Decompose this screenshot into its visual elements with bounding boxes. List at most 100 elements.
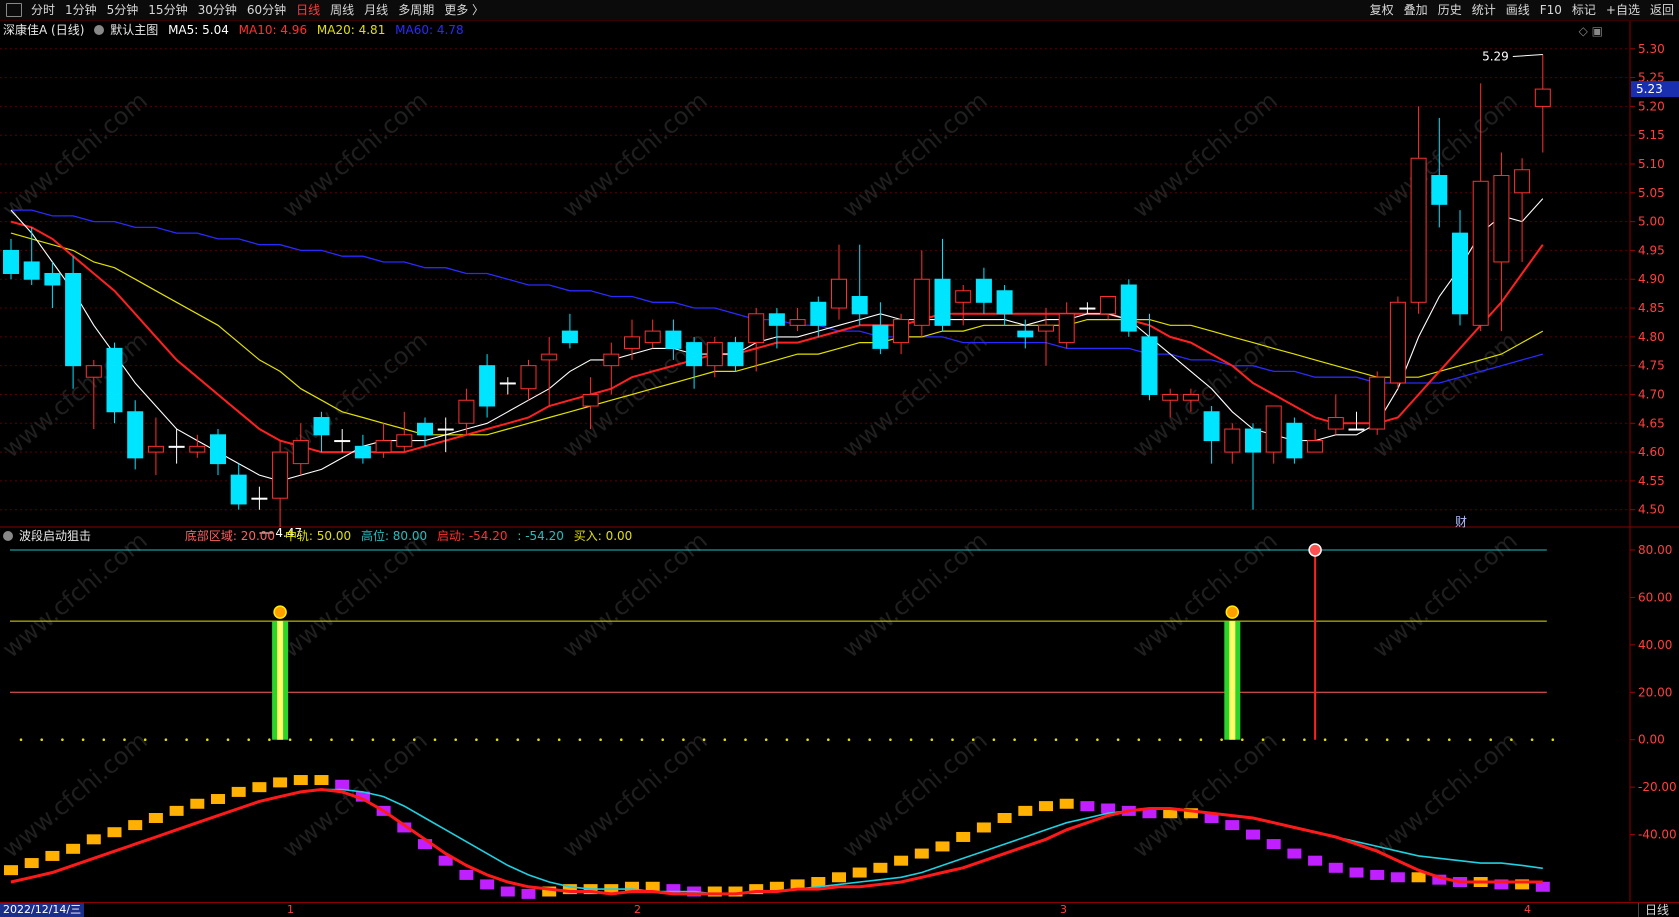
indicator-bar	[66, 843, 81, 854]
period-tabs: 分时 1分钟 5分钟 15分钟 30分钟 60分钟 日线 周线 月线 多周期 更…	[0, 0, 489, 20]
candle-body	[1203, 411, 1220, 442]
zero-dot	[143, 738, 147, 742]
overlay-button[interactable]: 叠加	[1399, 0, 1433, 20]
indicator-cyan-line	[10, 788, 1543, 895]
candle-body	[1017, 330, 1034, 338]
main-chart-header: 深康佳A (日线) 默认主图 MA5: 5.04 MA10: 4.96 MA20…	[3, 22, 470, 38]
candle-body	[561, 330, 578, 344]
restore-rights-button[interactable]: 复权	[1365, 0, 1399, 20]
indicator-bar	[273, 777, 288, 788]
zero-dot	[392, 738, 395, 742]
zero-dot	[102, 738, 106, 742]
candle-body	[44, 272, 61, 286]
mark-button[interactable]: 标记	[1567, 0, 1601, 20]
zero-dot	[164, 738, 168, 742]
candle-body	[644, 330, 661, 344]
zero-dot	[599, 738, 602, 742]
candle-body	[624, 336, 640, 349]
zero-dot	[557, 738, 561, 742]
indicator-settings-icon[interactable]	[3, 531, 13, 541]
statistics-button[interactable]: 统计	[1467, 0, 1501, 20]
tab-5min[interactable]: 5分钟	[102, 0, 144, 20]
indicator-bar	[459, 869, 474, 880]
tab-60min[interactable]: 60分钟	[242, 0, 291, 20]
indicator-bar	[1287, 848, 1302, 859]
zero-dot	[350, 738, 354, 742]
candle-body	[1058, 313, 1075, 344]
zero-dot	[268, 738, 271, 742]
candle-body	[499, 382, 516, 385]
add-watchlist-button[interactable]: +自选	[1601, 0, 1645, 20]
candle-body	[1079, 307, 1096, 310]
indicator-bar	[1266, 839, 1281, 850]
zero-dot	[702, 738, 706, 742]
zero-dot	[1034, 738, 1037, 742]
tab-daily[interactable]: 日线	[291, 0, 325, 20]
zero-dot	[516, 738, 520, 742]
tab-fenshi[interactable]: 分时	[26, 0, 60, 20]
indicator-bar	[45, 850, 60, 861]
indicator-bar	[521, 888, 536, 899]
history-button[interactable]: 历史	[1433, 0, 1467, 20]
tab-more[interactable]: 更多 〉	[439, 0, 489, 20]
signal-bar-core	[277, 621, 284, 740]
toolbar: 分时 1分钟 5分钟 15分钟 30分钟 60分钟 日线 周线 月线 多周期 更…	[0, 0, 1679, 21]
watermark: www.cfchi.com	[557, 86, 713, 223]
price-tick-label: 4.85	[1638, 301, 1665, 315]
settings-circle-icon[interactable]	[94, 25, 105, 35]
tab-monthly[interactable]: 月线	[359, 0, 393, 20]
month-tick-1: 1	[287, 903, 294, 916]
menu-icon[interactable]	[6, 3, 22, 17]
tab-1min[interactable]: 1分钟	[60, 0, 102, 20]
indicator-header: 波段启动狙击 底部区域: 20.00 中轨: 50.00 高位: 80.00 启…	[3, 528, 638, 544]
finance-badge[interactable]: 财	[1455, 513, 1467, 530]
tab-30min[interactable]: 30分钟	[193, 0, 242, 20]
ma10-label: MA10: 4.96	[238, 23, 308, 37]
zero-dot	[475, 738, 478, 742]
time-axis: 2022/12/14/三 1 2 3 4 日线	[0, 902, 1679, 917]
candle-body	[272, 451, 289, 499]
f10-button[interactable]: F10	[1535, 0, 1567, 20]
zero-dot	[1344, 738, 1348, 742]
zero-dot	[61, 738, 64, 742]
ma60-line	[11, 209, 1543, 384]
indicator-name[interactable]: 波段启动狙击	[19, 529, 91, 543]
candle-body	[872, 324, 889, 349]
tab-15min[interactable]: 15分钟	[143, 0, 192, 20]
indicator-bar	[976, 822, 991, 833]
candle-body	[810, 301, 827, 326]
indicator-bar	[956, 831, 971, 842]
candle-body	[230, 474, 247, 505]
watermark: www.cfchi.com	[1367, 526, 1523, 663]
candle-body	[127, 411, 144, 459]
zero-dot	[1220, 738, 1223, 742]
candle-body	[417, 422, 433, 436]
candle-body	[1514, 169, 1531, 194]
zero-dot	[785, 738, 789, 742]
candle-body	[1452, 232, 1468, 315]
chart-area[interactable]: 5.305.255.205.155.105.055.004.954.904.85…	[0, 21, 1679, 902]
price-tick-label: 5.00	[1638, 215, 1665, 229]
candle-body	[1307, 440, 1324, 453]
candle-body	[665, 330, 682, 349]
zero-dot	[1116, 738, 1120, 742]
zero-dot	[889, 738, 892, 742]
zero-dot	[19, 738, 23, 742]
draw-line-button[interactable]: 画线	[1501, 0, 1535, 20]
zero-dot	[1241, 738, 1244, 742]
indicator-bar	[894, 855, 909, 866]
indicator-bar	[832, 872, 846, 883]
high-pointer	[1512, 54, 1543, 58]
tab-weekly[interactable]: 周线	[325, 0, 359, 20]
window-control-icons[interactable]: ◇ ▣	[1579, 24, 1603, 38]
period-tab-daily[interactable]: 日线	[1637, 903, 1675, 917]
back-button[interactable]: 返回	[1645, 0, 1679, 20]
zero-dot	[723, 738, 727, 742]
candle-body	[1265, 405, 1282, 453]
template-label[interactable]: 默认主图	[110, 23, 158, 37]
price-tick-label: 4.90	[1638, 272, 1665, 286]
indicator-bar	[1328, 862, 1343, 873]
tab-multi-period[interactable]: 多周期	[393, 0, 439, 20]
month-tick-3: 3	[1060, 903, 1067, 916]
candle-body	[85, 365, 102, 378]
